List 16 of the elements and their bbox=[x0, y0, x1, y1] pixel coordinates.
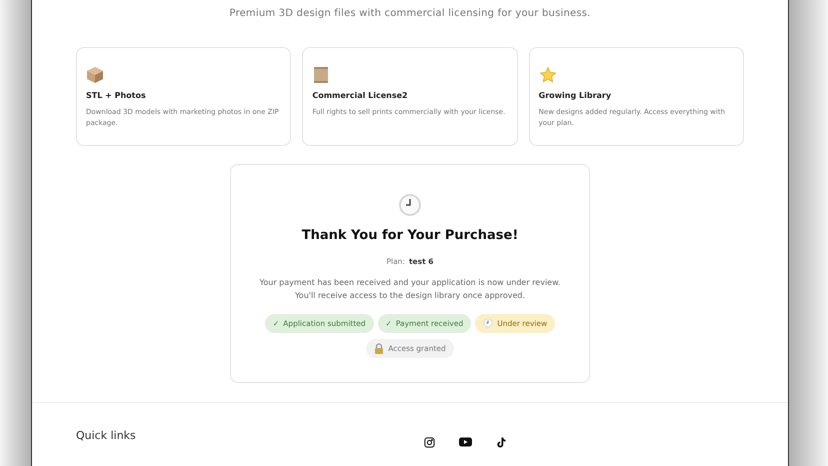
footer-heading: Quick links bbox=[76, 428, 137, 444]
package-icon bbox=[86, 66, 104, 84]
feature-title: STL + Photos bbox=[86, 90, 147, 102]
feature-title: Growing Library bbox=[538, 90, 612, 102]
subtitle: Premium 3D design files with commercial licensing for your business. bbox=[229, 7, 591, 21]
confirmation-title: Thank You for Your Purchase! bbox=[302, 227, 518, 245]
youtube-icon[interactable] bbox=[459, 437, 472, 447]
scroll-icon bbox=[312, 66, 330, 84]
feature-title: Commercial License2 bbox=[312, 90, 409, 102]
tiktok-icon[interactable] bbox=[496, 437, 506, 448]
lock-icon bbox=[374, 343, 384, 354]
confirmation-message: Your payment has been received and your application is now under review. You'll receive access to the design library once approved. bbox=[258, 276, 562, 302]
star-icon bbox=[538, 66, 557, 84]
clock-icon bbox=[398, 193, 422, 217]
instagram-icon[interactable] bbox=[424, 437, 435, 448]
clock-icon bbox=[483, 318, 494, 328]
